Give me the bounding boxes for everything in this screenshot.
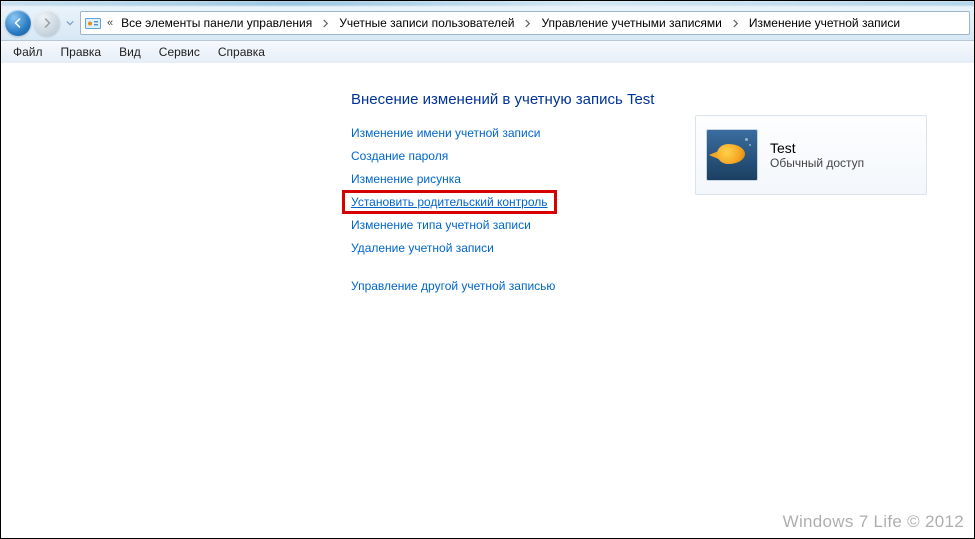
breadcrumb-chevron[interactable] xyxy=(728,19,743,28)
control-panel-icon xyxy=(85,15,101,31)
breadcrumb-manage-accounts[interactable]: Управление учетными записями xyxy=(539,14,723,32)
link-rename-account[interactable]: Изменение имени учетной записи xyxy=(351,126,540,140)
breadcrumb-change-account[interactable]: Изменение учетной записи xyxy=(747,14,902,32)
page-title: Внесение изменений в учетную запись Test xyxy=(351,91,911,108)
chevron-down-icon xyxy=(66,19,74,27)
user-name: Test xyxy=(770,140,864,156)
breadcrumb-chevron[interactable] xyxy=(318,19,333,28)
link-create-password[interactable]: Создание пароля xyxy=(351,149,448,163)
arrow-left-icon xyxy=(12,17,24,29)
navigation-bar: « Все элементы панели управления Учетные… xyxy=(1,6,974,41)
user-tile: Test Обычный доступ xyxy=(695,115,927,195)
window-titlebar-blur xyxy=(1,1,974,6)
window: « Все элементы панели управления Учетные… xyxy=(0,0,975,539)
user-info: Test Обычный доступ xyxy=(770,140,864,170)
nav-history-dropdown[interactable] xyxy=(63,13,77,33)
watermark: Windows 7 Life © 2012 xyxy=(783,512,964,532)
menu-tools[interactable]: Сервис xyxy=(151,43,208,61)
content-area: Внесение изменений в учетную запись Test… xyxy=(1,63,974,538)
breadcrumb-user-accounts[interactable]: Учетные записи пользователей xyxy=(337,14,516,32)
breadcrumb-overflow-chevron[interactable]: « xyxy=(105,17,115,29)
user-picture-decoration xyxy=(745,138,748,141)
link-manage-other-account[interactable]: Управление другой учетной записью xyxy=(351,279,555,293)
breadcrumb-chevron[interactable] xyxy=(520,19,535,28)
user-picture-decoration xyxy=(749,144,751,146)
breadcrumb-all-cp-items[interactable]: Все элементы панели управления xyxy=(119,14,314,32)
link-parental-controls[interactable]: Установить родительский контроль xyxy=(345,193,554,211)
user-account-type: Обычный доступ xyxy=(770,156,864,170)
forward-button[interactable] xyxy=(34,10,60,36)
link-delete-account[interactable]: Удаление учетной записи xyxy=(351,241,494,255)
menu-bar: Файл Правка Вид Сервис Справка xyxy=(1,41,974,64)
link-change-picture[interactable]: Изменение рисунка xyxy=(351,172,461,186)
user-picture xyxy=(706,129,758,181)
back-button[interactable] xyxy=(5,10,31,36)
arrow-right-icon xyxy=(41,17,53,29)
link-change-account-type[interactable]: Изменение типа учетной записи xyxy=(351,218,531,232)
menu-edit[interactable]: Правка xyxy=(53,43,110,61)
menu-help[interactable]: Справка xyxy=(210,43,273,61)
address-bar[interactable]: « Все элементы панели управления Учетные… xyxy=(80,11,970,35)
menu-view[interactable]: Вид xyxy=(111,43,149,61)
user-picture-decoration xyxy=(717,144,745,164)
menu-file[interactable]: Файл xyxy=(5,43,51,61)
